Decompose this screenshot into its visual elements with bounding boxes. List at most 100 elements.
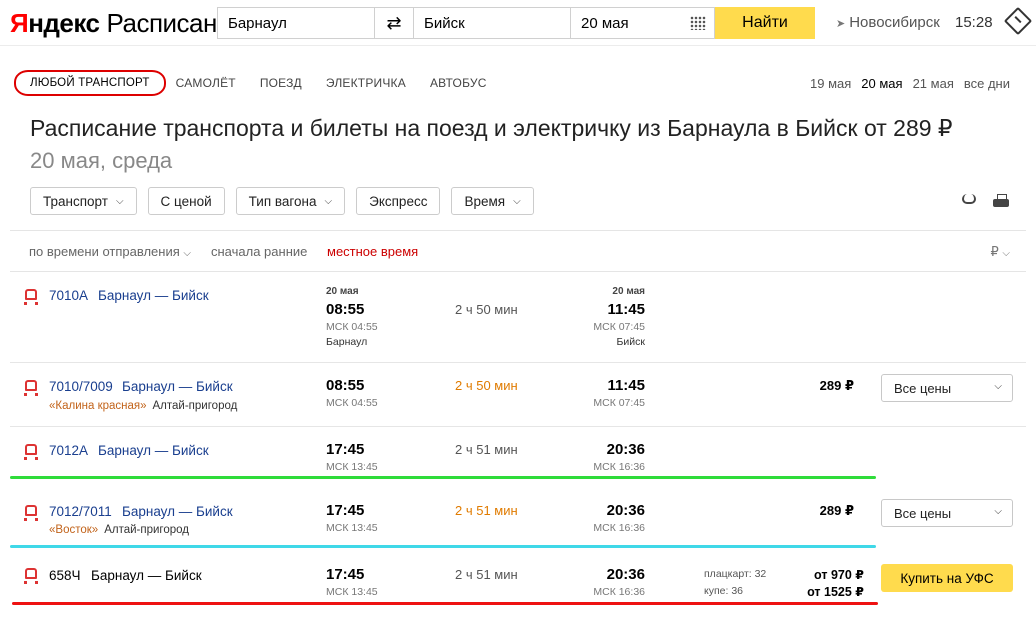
day-link-19[interactable]: 19 мая: [810, 76, 851, 91]
arrival-msk: МСК 07:45: [593, 397, 645, 409]
chevron-down-icon: ⌵: [513, 195, 521, 207]
schedule-row[interactable]: 7012А Барнаул — Бийск 17:45 МСК 13:45 2 …: [10, 427, 1026, 489]
duration: 2 ч 51 мин: [455, 567, 518, 582]
schedule-row[interactable]: 658Ч Барнаул — Бийск 17:45 МСК 13:45 2 ч…: [10, 549, 1026, 607]
route-name[interactable]: Барнаул — Бийск: [122, 504, 233, 519]
region-selector[interactable]: ➤ Новосибирск: [836, 14, 940, 31]
location-arrow-icon: ➤: [836, 18, 846, 30]
filters-bar: Транспорт ⌵ С ценой Тип вагона ⌵ Экспресс …: [30, 187, 545, 215]
highlight-marker-red: [12, 602, 878, 605]
train-icon: [24, 289, 38, 306]
departure-date: 20 мая: [326, 286, 359, 297]
departure-msk: МСК 13:45: [326, 461, 378, 473]
seat-class-coupe: купе: 36: [704, 585, 744, 597]
find-button[interactable]: Найти: [715, 7, 815, 39]
train-icon: [24, 444, 38, 461]
chevron-down-icon: ⌵: [994, 381, 1002, 392]
all-prices-dropdown[interactable]: Все цены ⌵: [881, 374, 1013, 402]
filter-transport[interactable]: Транспорт ⌵: [30, 187, 137, 215]
sort-by-departure[interactable]: по времени отправления ⌵: [29, 244, 191, 259]
logo-ya: Я: [10, 8, 29, 38]
chevron-down-icon: ⌵: [1002, 248, 1010, 259]
route-name[interactable]: Барнаул — Бийск: [122, 379, 233, 394]
train-icon: [24, 568, 38, 585]
tab-bus[interactable]: Автобус: [430, 76, 487, 90]
tab-suburban[interactable]: Электричка: [326, 76, 406, 90]
train-number[interactable]: 7012/7011: [49, 504, 112, 519]
share-icon[interactable]: [962, 194, 976, 204]
arrival-time: 20:36: [606, 441, 645, 458]
carrier-name: Алтай-пригород: [104, 524, 189, 536]
chevron-down-icon: ⌵: [115, 195, 124, 207]
chevron-down-icon: ⌵: [324, 195, 333, 207]
currency-selector[interactable]: ₽ ⌵: [991, 244, 1011, 260]
filter-car-type[interactable]: Тип вагона ⌵: [235, 187, 346, 215]
calendar-icon[interactable]: [690, 16, 706, 30]
arrival-time: 20:36: [606, 566, 645, 583]
tab-plane[interactable]: Самолёт: [176, 76, 236, 90]
sort-order[interactable]: сначала ранние: [211, 244, 307, 259]
chevron-down-icon: ⌵: [994, 506, 1002, 517]
filter-with-price[interactable]: С ценой: [147, 187, 225, 215]
search-form: Барнаул ⇄ Бийск 20 мая Найти: [217, 7, 815, 39]
train-number[interactable]: 7010/7009: [49, 379, 113, 394]
suburban-train-icon: [24, 505, 38, 522]
filter-label: Тип вагона: [248, 193, 317, 209]
train-meta: «Восток» Алтай-пригород: [49, 524, 189, 536]
all-prices-dropdown[interactable]: Все цены ⌵: [881, 499, 1013, 527]
all-prices-label: Все цены: [894, 506, 952, 521]
currency-label: ₽: [990, 244, 999, 259]
route-name[interactable]: Барнаул — Бийск: [91, 568, 202, 583]
train-brand-name: «Калина красная»: [49, 400, 147, 412]
filter-label: Время: [464, 193, 506, 209]
sort-by-label: по времени отправления: [29, 244, 180, 259]
tab-train[interactable]: Поезд: [260, 76, 302, 90]
departure-station: Барнаул: [326, 336, 368, 348]
local-time-toggle[interactable]: местное время: [327, 244, 418, 259]
train-meta: «Калина красная» Алтай-пригород: [49, 400, 237, 412]
buy-ufs-button[interactable]: Купить на УФС: [881, 564, 1013, 592]
arrival-station: Бийск: [616, 336, 645, 348]
print-icon[interactable]: [993, 194, 1009, 208]
duration: 2 ч 51 мин: [455, 503, 518, 518]
current-time: 15:28: [955, 14, 993, 31]
arrival-time: 20:36: [606, 502, 645, 519]
all-prices-label: Все цены: [894, 381, 952, 396]
tab-any-transport[interactable]: Любой транспорт: [14, 70, 166, 96]
train-number[interactable]: 7010А: [49, 288, 88, 303]
from-field[interactable]: Барнаул: [217, 7, 375, 39]
departure-time: 17:45: [326, 566, 365, 583]
yandex-rasp-logo[interactable]: Яндекс Расписания: [10, 8, 245, 39]
duration: 2 ч 50 мин: [455, 378, 518, 393]
route-name[interactable]: Барнаул — Бийск: [98, 443, 209, 458]
schedule-row[interactable]: 7010/7009 Барнаул — Бийск «Калина красна…: [10, 363, 1026, 427]
departure-time: 17:45: [326, 502, 365, 519]
departure-msk: МСК 13:45: [326, 522, 378, 534]
schedule-row[interactable]: 7010А Барнаул — Бийск 20 мая 08:55 МСК 0…: [10, 272, 1026, 363]
departure-time: 08:55: [326, 377, 365, 394]
swap-direction-button[interactable]: ⇄: [375, 7, 413, 39]
date-value: 20 мая: [581, 15, 629, 32]
arrival-time: 11:45: [607, 377, 645, 394]
date-field[interactable]: 20 мая: [571, 7, 715, 39]
route-name[interactable]: Барнаул — Бийск: [98, 288, 209, 303]
filter-express[interactable]: Экспресс: [356, 187, 441, 215]
ticket-price: 289 ₽: [819, 503, 854, 518]
filter-time[interactable]: Время ⌵: [451, 187, 534, 215]
header: Яндекс Расписания Барнаул ⇄ Бийск 20 мая …: [0, 0, 1036, 46]
highlight-marker-green: [10, 476, 876, 479]
arrival-msk: МСК 16:36: [593, 586, 645, 598]
to-field[interactable]: Бийск: [413, 7, 571, 39]
day-link-21[interactable]: 21 мая: [913, 76, 954, 91]
filter-label: С ценой: [160, 193, 212, 209]
train-number[interactable]: 658Ч: [49, 568, 81, 583]
arrival-msk: МСК 07:45: [593, 321, 645, 333]
arrival-msk: МСК 16:36: [593, 461, 645, 473]
directions-icon[interactable]: [1003, 6, 1033, 36]
day-link-20[interactable]: 20 мая: [861, 76, 902, 91]
schedule-row[interactable]: 7012/7011 Барнаул — Бийск «Восток» Алтай-…: [10, 488, 1026, 548]
chevron-down-icon: ⌵: [183, 248, 191, 259]
train-number[interactable]: 7012А: [49, 443, 88, 458]
day-link-all[interactable]: все дни: [964, 76, 1010, 91]
ticket-price: 289 ₽: [819, 378, 854, 393]
